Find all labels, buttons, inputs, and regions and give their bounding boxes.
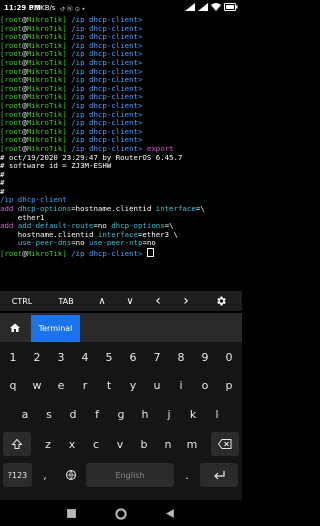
shift-key[interactable]: [3, 432, 31, 456]
wifi-icon: [211, 3, 221, 11]
key-g[interactable]: g: [110, 402, 132, 426]
key-n[interactable]: n: [157, 432, 179, 456]
key-1[interactable]: 1: [2, 345, 24, 369]
terminal-text-segment: =\: [195, 204, 205, 214]
terminal-text-segment: use-peer-dns: [17, 238, 72, 248]
battery-icon: [224, 3, 238, 11]
key-e[interactable]: e: [50, 373, 72, 397]
home-button[interactable]: [0, 313, 30, 342]
back-icon[interactable]: [165, 508, 176, 519]
key-z[interactable]: z: [37, 432, 59, 456]
key-v[interactable]: v: [109, 432, 131, 456]
keyboard-row-2: asdfghjkl: [0, 402, 242, 428]
key-b[interactable]: b: [133, 432, 155, 456]
key-i[interactable]: i: [170, 373, 192, 397]
navigation-bar: [0, 502, 242, 526]
terminal-line: #: [0, 170, 242, 180]
key-8[interactable]: 8: [170, 345, 192, 369]
key-2[interactable]: 2: [26, 345, 48, 369]
key-t[interactable]: t: [98, 373, 120, 397]
key-d[interactable]: d: [62, 402, 84, 426]
system-icons: ↺ Ⓝ ⊙ •: [60, 6, 86, 13]
terminal-line: use-peer-dns=no use-peer-ntp=no: [0, 239, 242, 248]
tab-key[interactable]: TAB: [44, 291, 88, 311]
key-s[interactable]: s: [38, 402, 60, 426]
key-3[interactable]: 3: [50, 345, 72, 369]
shift-icon: [11, 438, 23, 449]
comma-key[interactable]: ,: [34, 463, 56, 487]
enter-icon: [213, 470, 225, 479]
backspace-key[interactable]: [211, 432, 239, 456]
settings-key[interactable]: [200, 291, 242, 311]
terminal-text-segment: MikroTik: [26, 249, 63, 259]
status-icons: [185, 3, 238, 11]
globe-key[interactable]: [58, 463, 84, 487]
terminal-cursor: [146, 248, 154, 258]
key-m[interactable]: m: [181, 432, 203, 456]
key-q[interactable]: q: [2, 373, 24, 397]
key-y[interactable]: y: [122, 373, 144, 397]
terminal-text-segment: interface: [155, 204, 196, 214]
space-bar[interactable]: English: [86, 463, 174, 487]
key-o[interactable]: o: [194, 373, 216, 397]
backspace-icon: [218, 439, 232, 449]
terminal-text-segment: [root: [0, 249, 23, 259]
session-tab-bar: Terminal: [0, 313, 242, 342]
ctrl-key[interactable]: CTRL: [0, 291, 44, 311]
data-rate: 0.1KB/s: [29, 4, 56, 12]
tab-terminal[interactable]: Terminal: [31, 315, 80, 342]
key-c[interactable]: c: [85, 432, 107, 456]
arrow-right-key[interactable]: ›: [172, 291, 200, 311]
terminal-text-segment: =no: [71, 238, 90, 248]
keyboard-row-1: qwertyuiop: [0, 373, 242, 399]
key-6[interactable]: 6: [122, 345, 144, 369]
symbols-key[interactable]: ?123: [3, 463, 32, 487]
globe-icon: [66, 470, 76, 480]
terminal-text-segment: # software id = ZJ3M-ESHW: [0, 161, 112, 171]
key-4[interactable]: 4: [74, 345, 96, 369]
arrow-up-key[interactable]: ∧: [88, 291, 116, 311]
key-r[interactable]: r: [74, 373, 96, 397]
signal-2-icon: [198, 3, 208, 11]
key-u[interactable]: u: [146, 373, 168, 397]
period-key[interactable]: .: [176, 463, 198, 487]
terminal-text-segment: /ip dhcp-client>: [71, 249, 143, 259]
keyboard-row-3: zxcvbnm: [0, 432, 242, 458]
terminal-line: # software id = ZJ3M-ESHW: [0, 161, 242, 171]
home-icon: [10, 323, 20, 332]
recents-icon[interactable]: [66, 508, 77, 519]
arrow-down-key[interactable]: ∨: [116, 291, 144, 311]
key-7[interactable]: 7: [146, 345, 168, 369]
status-bar: 11:29 PM 0.1KB/s ↺ Ⓝ ⊙ •: [0, 0, 242, 16]
keyboard-bottom-row: ?123 , English .: [0, 463, 242, 489]
arrow-left-key[interactable]: ‹: [144, 291, 172, 311]
home-nav-icon[interactable]: [115, 508, 127, 520]
terminal-text-segment: =hostname.clientid: [71, 204, 156, 214]
key-p[interactable]: p: [218, 373, 240, 397]
key-5[interactable]: 5: [98, 345, 120, 369]
keyboard-number-row: 1234567890: [0, 345, 242, 371]
terminal-line: #: [0, 178, 242, 188]
key-w[interactable]: w: [26, 373, 48, 397]
key-x[interactable]: x: [61, 432, 83, 456]
enter-key[interactable]: [200, 463, 238, 487]
terminal-output[interactable]: [root@MikroTik] /ip dhcp-client> [root@Mi…: [0, 16, 242, 286]
key-k[interactable]: k: [182, 402, 204, 426]
key-a[interactable]: a: [14, 402, 36, 426]
key-j[interactable]: j: [158, 402, 180, 426]
key-f[interactable]: f: [86, 402, 108, 426]
key-l[interactable]: l: [206, 402, 228, 426]
terminal-text-segment: use-peer-ntp: [89, 238, 143, 248]
key-0[interactable]: 0: [218, 345, 240, 369]
extra-keys-bar: CTRL TAB ∧ ∨ ‹ ›: [0, 291, 242, 311]
gear-icon: [217, 296, 226, 306]
signal-icon: [185, 3, 195, 11]
terminal-text-segment: =no: [142, 238, 156, 248]
key-h[interactable]: h: [134, 402, 156, 426]
terminal-line: [root@MikroTik] /ip dhcp-client>: [0, 248, 242, 259]
key-9[interactable]: 9: [194, 345, 216, 369]
terminal-text-segment: ]: [62, 249, 72, 259]
soft-keyboard: 1234567890 qwertyuiop asdfghjkl zxcvbnm …: [0, 342, 242, 500]
